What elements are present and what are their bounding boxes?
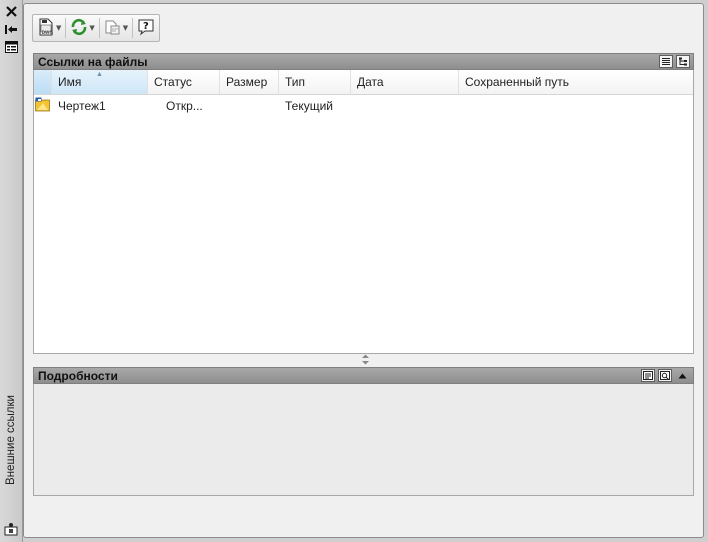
column-header-saved-path[interactable]: Сохраненный путь (459, 70, 693, 94)
palette-title-text: Внешние ссылки (5, 395, 18, 485)
splitter-grip-icon (361, 354, 370, 368)
attach-dwg-icon: DWG (37, 18, 55, 39)
change-path-button[interactable]: ▼ (102, 17, 130, 39)
palette-title: Внешние ссылки (2, 370, 20, 510)
column-header-status-label: Статус (154, 75, 192, 89)
details-title: Подробности (38, 368, 118, 383)
column-header-name-label: Имя (58, 75, 82, 89)
toolbar-group: DWG ▼ ▼ ▼ ? (32, 14, 161, 42)
external-references-palette: Внешние ссылки DWG ▼ ▼ ▼ ? Ссылки на фай… (0, 0, 708, 542)
file-references-title: Ссылки на файлы (38, 54, 148, 69)
panel-splitter[interactable] (360, 354, 370, 368)
help-button[interactable]: ? (135, 17, 157, 39)
preview-icon[interactable] (658, 369, 672, 382)
column-header-size[interactable]: Размер (220, 70, 279, 94)
toolbar: DWG ▼ ▼ ▼ ? (32, 13, 161, 43)
svg-text:DWG: DWG (42, 30, 54, 36)
drawing-icon (34, 97, 52, 115)
collapse-up-icon[interactable] (675, 369, 689, 382)
column-header-saved-path-label: Сохраненный путь (465, 75, 570, 89)
xref-manager-icon (3, 522, 19, 536)
details-header: Подробности (33, 367, 694, 384)
refresh-icon (70, 18, 88, 39)
file-references-header: Ссылки на файлы (33, 53, 694, 70)
autohide-icon[interactable] (3, 22, 19, 36)
column-header-name[interactable]: ▲ Имя (52, 70, 148, 94)
chevron-down-icon[interactable]: ▼ (89, 24, 94, 32)
change-path-icon (104, 18, 122, 39)
table-row[interactable]: Чертеж1 Откр... Текущий (34, 95, 693, 116)
svg-text:?: ? (143, 21, 149, 32)
row-status: Откр... (166, 98, 203, 113)
palette-title-strip[interactable]: Внешние ссылки (0, 0, 23, 542)
file-references-list[interactable]: ▲ Имя Статус Размер Тип Дата Сохраненный… (33, 70, 694, 354)
list-view-icon[interactable] (659, 55, 673, 68)
column-header-type-label: Тип (285, 75, 306, 89)
sort-ascending-icon: ▲ (96, 71, 103, 78)
refresh-button[interactable]: ▼ (68, 17, 96, 39)
column-header-size-label: Размер (226, 75, 268, 89)
toolbar-divider (65, 18, 67, 38)
tree-view-icon[interactable] (676, 55, 690, 68)
chevron-down-icon[interactable]: ▼ (56, 24, 61, 32)
column-header-icon[interactable] (34, 70, 52, 94)
column-header-date-label: Дата (357, 75, 384, 89)
close-icon[interactable] (3, 4, 19, 18)
attach-dwg-button[interactable]: DWG ▼ (35, 17, 63, 39)
main-panel: DWG ▼ ▼ ▼ ? Ссылки на файлы ▲ Имя Статус… (23, 3, 704, 538)
row-name: Чертеж1 (58, 98, 106, 113)
help-icon: ? (137, 18, 155, 39)
details-pane (33, 384, 694, 496)
details-icon[interactable] (641, 369, 655, 382)
chevron-down-icon[interactable]: ▼ (123, 24, 128, 32)
row-type: Текущий (285, 98, 333, 113)
column-header-row: ▲ Имя Статус Размер Тип Дата Сохраненный… (34, 70, 693, 95)
column-header-type[interactable]: Тип (279, 70, 351, 94)
column-header-status[interactable]: Статус (148, 70, 220, 94)
toolbar-divider (98, 18, 100, 38)
column-header-date[interactable]: Дата (351, 70, 459, 94)
properties-icon[interactable] (3, 40, 19, 54)
toolbar-divider (132, 18, 134, 38)
